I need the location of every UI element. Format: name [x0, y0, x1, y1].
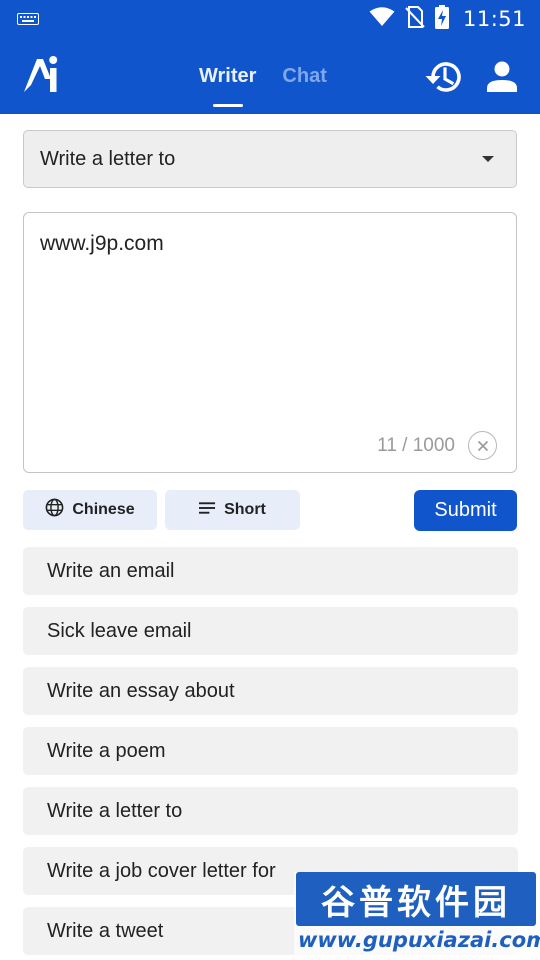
suggestion-item[interactable]: Write a poem	[23, 727, 518, 775]
template-select-value: Write a letter to	[40, 147, 176, 170]
status-time: 11:51	[462, 7, 526, 31]
watermark-url: www.gupuxiazai.com	[298, 928, 540, 952]
watermark: 谷普软件园 www.gupuxiazai.com	[294, 872, 540, 960]
tab-chat[interactable]: Chat	[269, 38, 339, 114]
watermark-brand-text: 谷普软件园	[321, 882, 511, 923]
suggestion-item[interactable]: Write an essay about	[23, 667, 518, 715]
text-lines-icon	[199, 501, 216, 520]
dropdown-arrow-icon	[482, 156, 494, 162]
account-icon[interactable]	[486, 60, 518, 97]
globe-icon	[45, 498, 64, 522]
tab-writer-label: Writer	[199, 64, 257, 87]
suggestion-item[interactable]: Sick leave email	[23, 607, 518, 655]
status-icons: 11:51	[369, 4, 526, 34]
app-bar: Writer Chat	[0, 38, 540, 114]
clear-icon[interactable]	[468, 431, 497, 460]
submit-button[interactable]: Submit	[414, 490, 517, 531]
suggestion-item[interactable]: Write an email	[23, 547, 518, 595]
active-tab-indicator	[212, 104, 243, 107]
wifi-icon	[369, 6, 395, 32]
app-logo-icon	[22, 55, 60, 98]
character-counter: 11 / 1000	[377, 435, 455, 456]
language-label: Chinese	[72, 501, 135, 518]
prompt-input[interactable]: www.j9p.com 11 / 1000	[23, 212, 517, 473]
no-sim-icon	[405, 5, 425, 33]
tab-chat-label: Chat	[282, 64, 327, 87]
length-button[interactable]: Short	[165, 490, 300, 530]
status-bar: 11:51	[0, 0, 540, 38]
length-label: Short	[224, 501, 266, 518]
language-button[interactable]: Chinese	[23, 490, 157, 530]
template-select[interactable]: Write a letter to	[23, 130, 517, 188]
tab-bar: Writer Chat	[186, 38, 340, 114]
tab-writer[interactable]: Writer	[186, 38, 269, 114]
history-icon[interactable]	[424, 58, 464, 101]
prompt-input-value: www.j9p.com	[40, 232, 164, 255]
keyboard-icon	[17, 12, 39, 30]
battery-charging-icon	[434, 4, 449, 34]
suggestion-item[interactable]: Write a letter to	[23, 787, 518, 835]
watermark-brand: 谷普软件园	[296, 872, 536, 926]
